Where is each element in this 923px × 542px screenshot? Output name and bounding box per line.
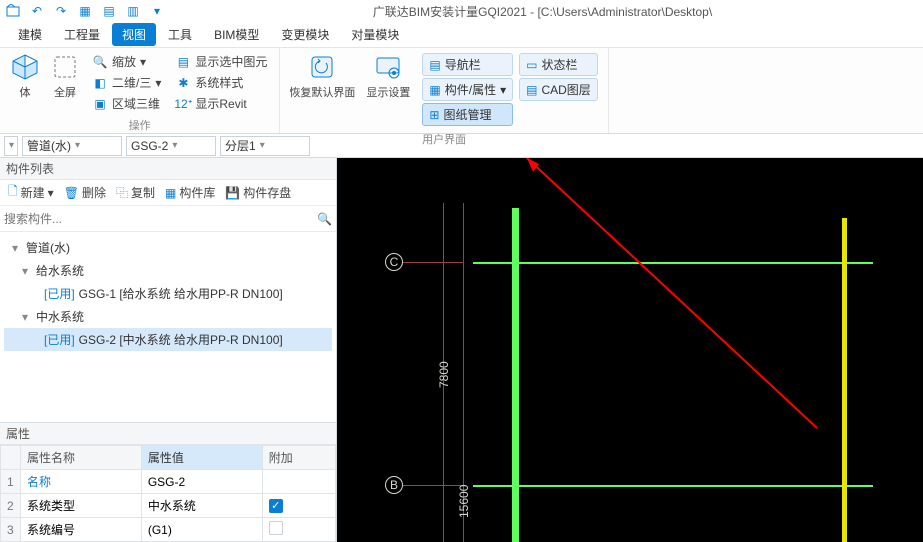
showsel-icon: ▤ <box>175 54 191 70</box>
menu-tool[interactable]: 工具 <box>158 23 202 46</box>
qat-dd-icon[interactable]: ▾ <box>148 2 166 20</box>
collapse-icon[interactable]: ▾ <box>22 310 32 324</box>
fullscreen-icon <box>50 52 80 82</box>
qat-grid3-icon[interactable]: ▥ <box>124 2 142 20</box>
showrevit-button[interactable]: 12ᐩ显示Revit <box>171 94 271 113</box>
qat-undo-icon[interactable]: ↶ <box>28 2 46 20</box>
chevron-down-icon: ▾ <box>9 140 14 151</box>
lib-button[interactable]: ▦构件库 <box>161 182 219 203</box>
new-button[interactable]: 🗋新建 ▾ <box>4 180 58 205</box>
sysstyle-icon: ✱ <box>175 75 191 91</box>
menu-change[interactable]: 变更模块 <box>271 23 339 46</box>
save-button[interactable]: 💾构件存盘 <box>221 182 295 203</box>
statusbar-chip[interactable]: ▭状态栏 <box>519 53 598 76</box>
checkbox-off-icon[interactable] <box>269 521 283 535</box>
save-icon: 💾 <box>225 186 240 200</box>
menu-model[interactable]: 建模 <box>8 23 52 46</box>
qat-grid2-icon[interactable]: ▤ <box>100 2 118 20</box>
navbar-chip[interactable]: ▤导航栏 <box>422 53 513 76</box>
col-val: 属性值 <box>141 446 262 470</box>
dim-7800: 7800 <box>437 361 451 388</box>
body-button[interactable]: 体 <box>6 50 44 102</box>
menu-bim[interactable]: BIM模型 <box>204 23 269 46</box>
drawing-viewport[interactable]: C B 7800 15600 <box>337 158 923 542</box>
sel3-dropdown[interactable]: GSG-2▾ <box>126 136 216 156</box>
qat-open-icon[interactable] <box>4 2 22 20</box>
copy-icon: ⿻ <box>116 184 128 201</box>
2d3d-button[interactable]: ◧二维/三 ▾ <box>88 73 165 92</box>
tree-item1[interactable]: [已用] GSG-1 [给水系统 给水用PP-R DN100] <box>4 282 332 305</box>
tree-sys1[interactable]: ▾给水系统 <box>4 259 332 282</box>
search-input[interactable] <box>4 212 313 226</box>
qat-redo-icon[interactable]: ↷ <box>52 2 70 20</box>
sel2-dropdown[interactable]: 管道(水)▾ <box>22 136 122 156</box>
col-name: 属性名称 <box>21 446 142 470</box>
chevron-down-icon: ▾ <box>172 140 177 151</box>
tree-root[interactable]: ▾管道(水) <box>4 236 332 259</box>
component-toolbar: 🗋新建 ▾ 🗑删除 ⿻复制 ▦构件库 💾构件存盘 <box>0 180 336 206</box>
col-ext: 附加 <box>262 446 335 470</box>
chevron-down-icon: ▾ <box>260 140 265 151</box>
sel4-dropdown[interactable]: 分层1▾ <box>220 136 310 156</box>
delete-icon: 🗑 <box>64 186 79 200</box>
dim-15600: 15600 <box>457 485 471 518</box>
cadlayer-chip[interactable]: ▤CAD图层 <box>519 78 598 101</box>
checkbox-on-icon[interactable]: ✓ <box>269 499 283 513</box>
revit-icon: 12ᐩ <box>175 96 191 112</box>
grid-label-b: B <box>385 476 403 494</box>
lib-icon: ▦ <box>165 186 176 200</box>
component-list-header: 构件列表 <box>0 158 336 180</box>
comp-chip[interactable]: ▦构件/属性 ▾ <box>422 78 513 101</box>
cube-icon <box>10 52 40 82</box>
status-icon: ▭ <box>526 58 537 72</box>
col-rownum <box>1 446 21 470</box>
main-menu: 建模 工程量 视图 工具 BIM模型 变更模块 对量模块 <box>0 22 923 48</box>
navbar-icon: ▤ <box>429 58 440 72</box>
cad-icon: ▤ <box>526 83 537 97</box>
zoom-button[interactable]: 🔍缩放 ▾ <box>88 52 165 71</box>
grid-label-c: C <box>385 253 403 271</box>
prop-row-1[interactable]: 1 名称 GSG-2 <box>1 470 336 494</box>
menu-compare[interactable]: 对量模块 <box>341 23 409 46</box>
copy-button[interactable]: ⿻复制 <box>112 182 159 203</box>
2d3d-icon: ◧ <box>92 75 108 91</box>
prop-row-3[interactable]: 3 系统编号 (G1) <box>1 518 336 542</box>
restore-icon <box>307 52 337 82</box>
tree-item2[interactable]: [已用] GSG-2 [中水系统 给水用PP-R DN100] <box>4 328 332 351</box>
showsel-button[interactable]: ▤显示选中图元 <box>171 52 271 71</box>
delete-button[interactable]: 🗑删除 <box>60 182 110 203</box>
zoom-icon: 🔍 <box>92 54 108 70</box>
menu-quantity[interactable]: 工程量 <box>54 23 110 46</box>
new-icon: 🗋 <box>8 182 18 203</box>
restore-button[interactable]: 恢复默认界面 <box>286 50 358 102</box>
chevron-down-icon: ▾ <box>75 140 80 151</box>
ribbon: 体 全屏 🔍缩放 ▾ ◧二维/三 ▾ ▣区域三维 ▤显示选中图元 ✱系统样式 1… <box>0 48 923 134</box>
left-panel: 构件列表 🗋新建 ▾ 🗑删除 ⿻复制 ▦构件库 💾构件存盘 🔍 ▾管道(水) ▾… <box>0 158 337 542</box>
dispset-button[interactable]: 显示设置 <box>360 50 416 102</box>
tree-sys2[interactable]: ▾中水系统 <box>4 305 332 328</box>
drawing-chip[interactable]: ⊞图纸管理 <box>422 103 513 126</box>
drawing-icon: ⊞ <box>429 108 439 122</box>
collapse-icon[interactable]: ▾ <box>22 264 32 278</box>
group-ui-label: 用户界面 <box>422 129 466 147</box>
region3d-icon: ▣ <box>92 96 108 112</box>
component-tree: ▾管道(水) ▾给水系统 [已用] GSG-1 [给水系统 给水用PP-R DN… <box>0 232 336 422</box>
menu-view[interactable]: 视图 <box>112 23 156 46</box>
sel1-dropdown[interactable]: ▾ <box>4 136 18 156</box>
prop-row-2[interactable]: 2 系统类型 中水系统 ✓ <box>1 494 336 518</box>
group-ops-label: 操作 <box>129 115 151 133</box>
dispset-icon <box>373 52 403 82</box>
property-header: 属性 <box>0 423 336 445</box>
window-title: 广联达BIM安装计量GQI2021 - [C:\Users\Administra… <box>166 3 919 20</box>
collapse-icon[interactable]: ▾ <box>12 241 22 255</box>
qat-grid1-icon[interactable]: ▦ <box>76 2 94 20</box>
property-panel: 属性 属性名称 属性值 附加 1 名称 GSG-2 2 系统类型 中水系 <box>0 422 336 542</box>
region3d-button[interactable]: ▣区域三维 <box>88 94 165 113</box>
sysstyle-button[interactable]: ✱系统样式 <box>171 73 271 92</box>
search-icon[interactable]: 🔍 <box>317 212 332 226</box>
fullscreen-button[interactable]: 全屏 <box>46 50 84 102</box>
comp-icon: ▦ <box>429 83 440 97</box>
property-table: 属性名称 属性值 附加 1 名称 GSG-2 2 系统类型 中水系统 ✓ <box>0 445 336 542</box>
